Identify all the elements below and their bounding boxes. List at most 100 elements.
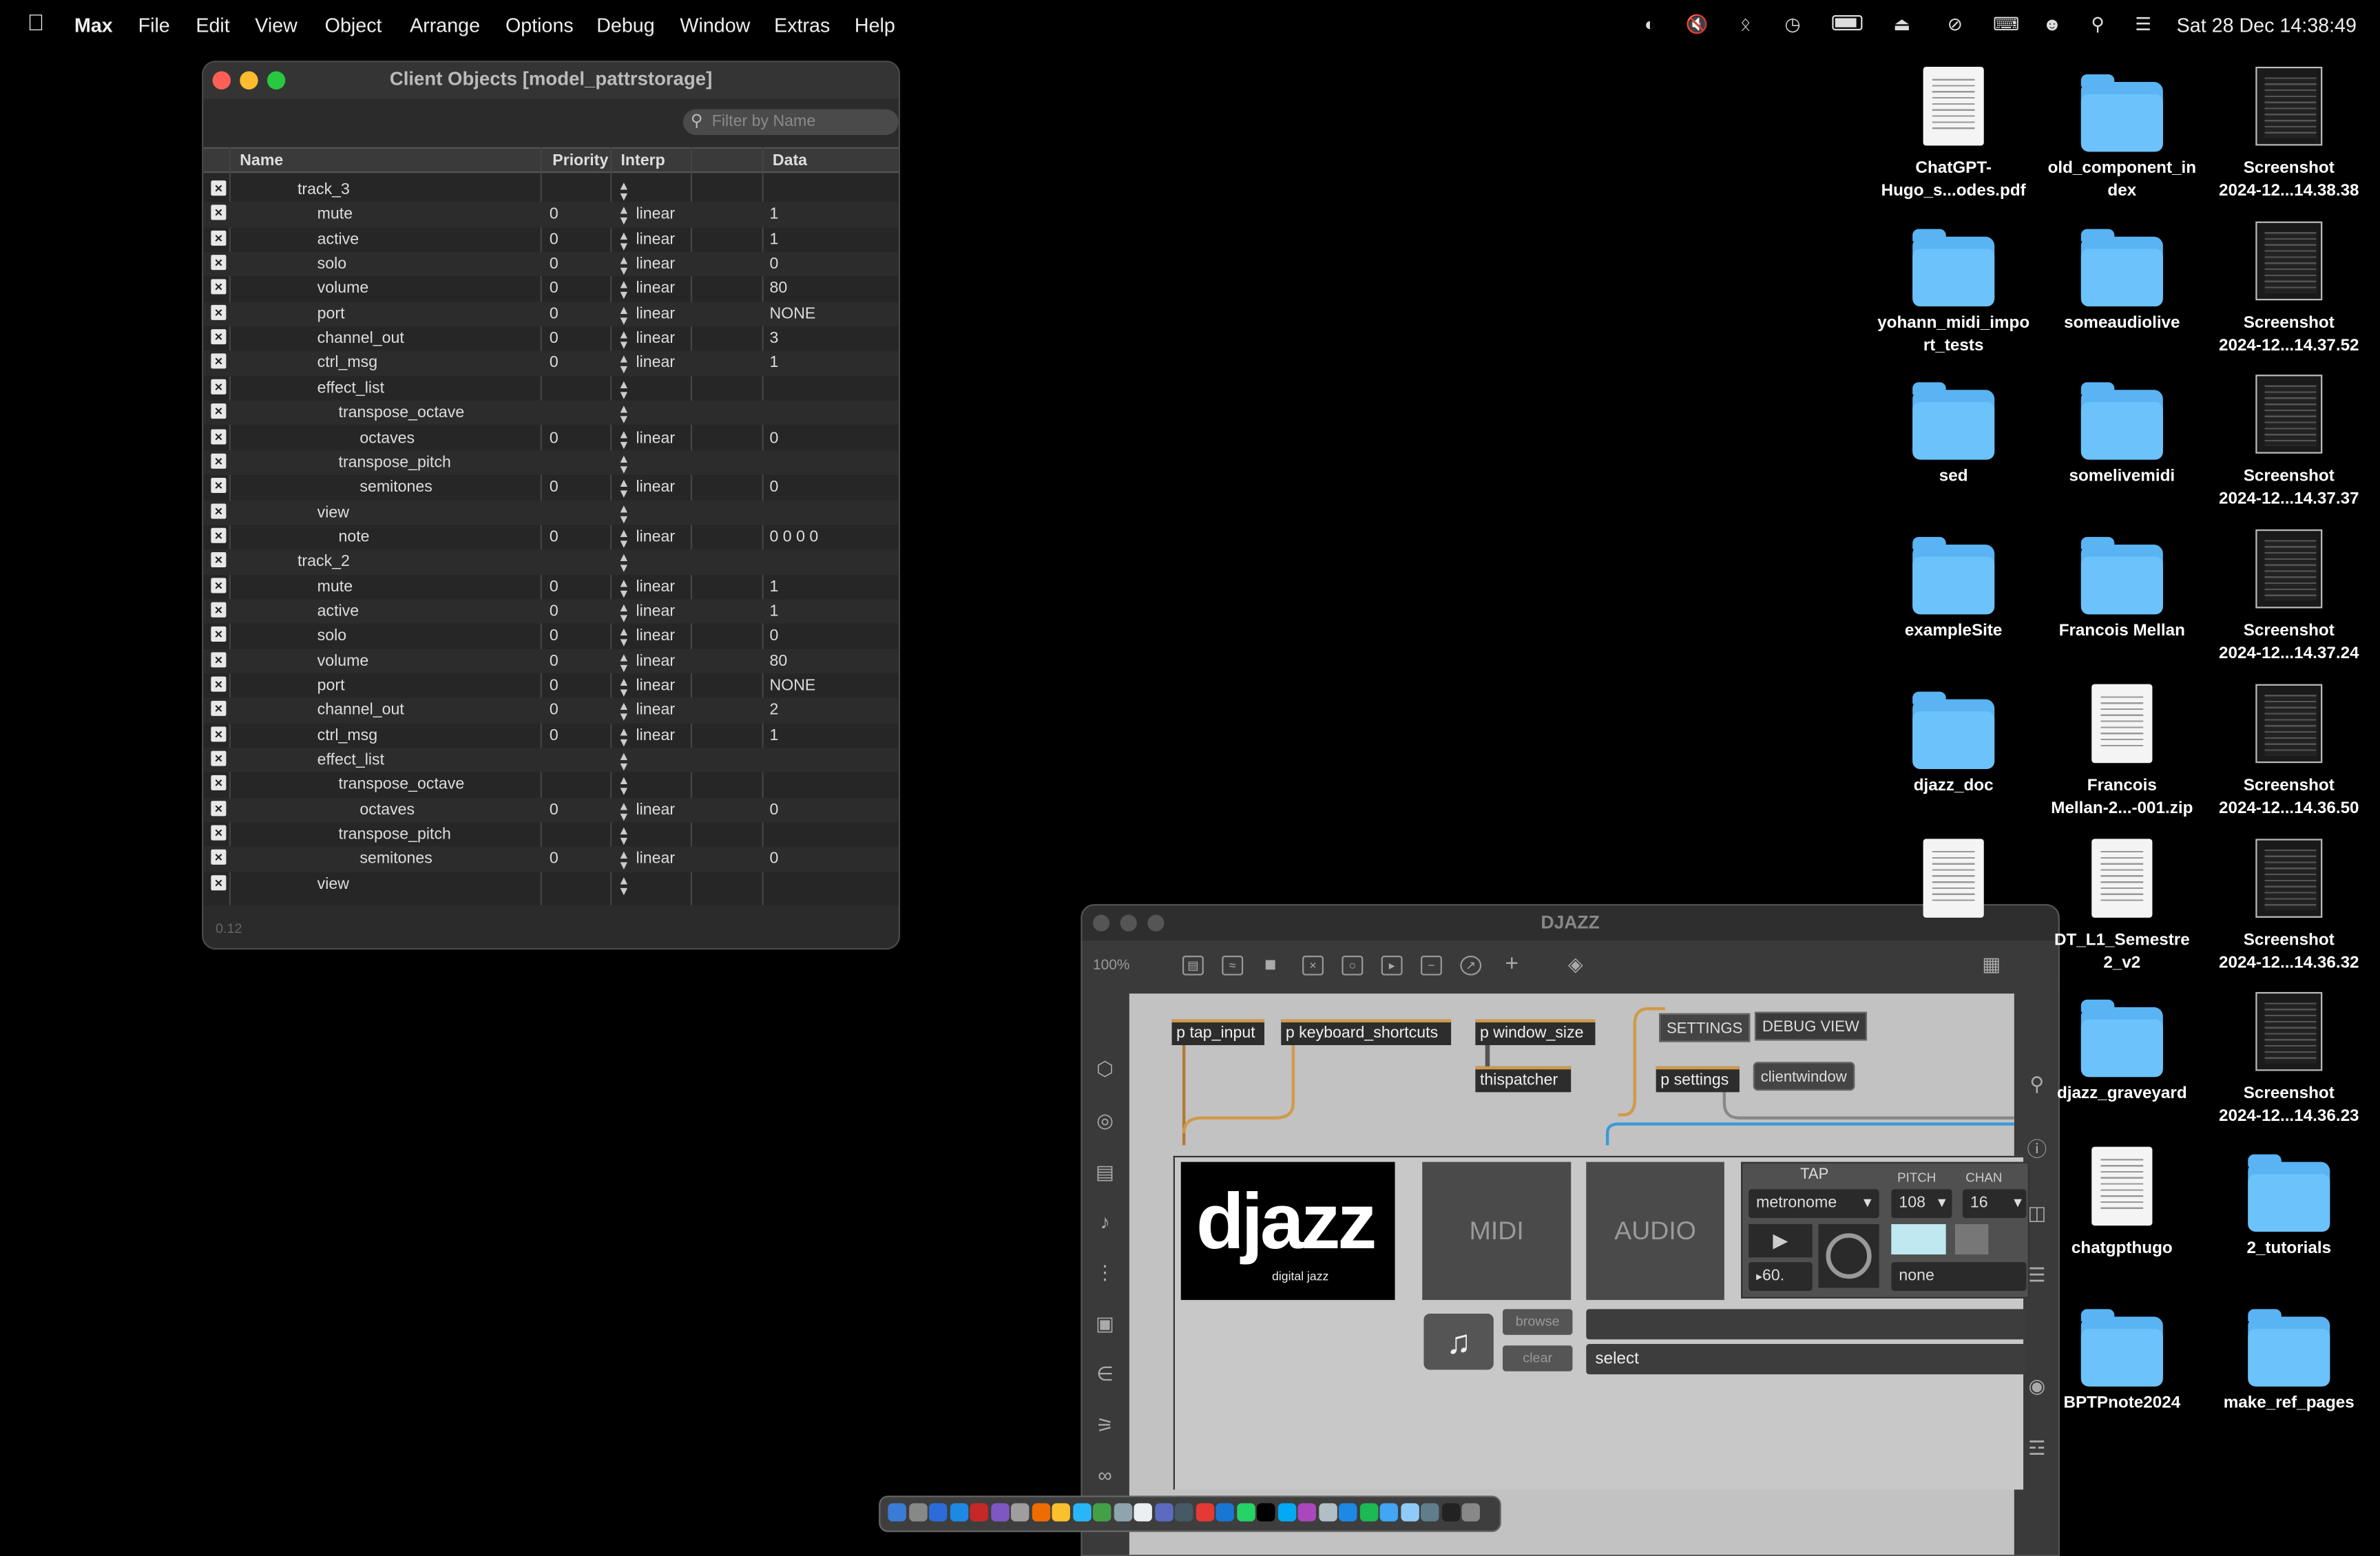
table-row[interactable]: × effect_list ▲ ▼ <box>203 376 898 401</box>
stepper-icon[interactable]: ▲ ▼ <box>618 428 629 450</box>
column-interp-header[interactable]: Interp <box>620 151 665 169</box>
object-icon[interactable]: × <box>1302 956 1324 976</box>
dock-app-icon[interactable] <box>1421 1503 1439 1522</box>
row-priority[interactable]: 0 <box>550 578 559 596</box>
table-row[interactable]: × octaves 0 ▲ ▼ linear 0 <box>203 797 899 823</box>
stepper-icon[interactable]: ▲ ▼ <box>618 328 629 351</box>
dock-app-icon[interactable] <box>1215 1503 1234 1522</box>
apple-menu-icon[interactable]:  <box>28 10 45 36</box>
row-interp[interactable]: linear <box>636 677 676 695</box>
column-data-header[interactable]: Data <box>773 151 807 169</box>
row-interp[interactable]: linear <box>636 726 676 744</box>
pitch-dropdown[interactable]: 108 ▾ <box>1891 1189 1952 1219</box>
window-icon[interactable]: ▤ <box>1093 1160 1117 1184</box>
menu-object[interactable]: Object <box>325 14 382 36</box>
control-center-icon[interactable]: ☰ <box>2131 14 2155 35</box>
row-priority[interactable]: 0 <box>550 255 559 273</box>
table-row[interactable]: × solo 0 ▲ ▼ linear 0 <box>203 624 898 649</box>
menu-extras[interactable]: Extras <box>774 14 830 36</box>
row-data[interactable]: 1 <box>769 726 778 744</box>
enable-checkbox[interactable]: × <box>211 280 227 295</box>
enable-checkbox[interactable]: × <box>211 478 227 494</box>
image-icon[interactable]: ▣ <box>1093 1312 1117 1336</box>
enable-checkbox[interactable]: × <box>211 403 227 419</box>
enable-checkbox[interactable]: × <box>211 205 227 221</box>
row-interp[interactable]: linear <box>636 801 676 819</box>
mute-icon[interactable]: 🔇 <box>1685 14 1709 35</box>
clientwindow-message[interactable]: clientwindow <box>1753 1062 1855 1091</box>
enable-checkbox[interactable]: × <box>211 726 227 742</box>
menu-options[interactable]: Options <box>505 14 574 36</box>
filter-search-input[interactable]: ⚲ Filter by Name <box>682 109 899 136</box>
grid-icon[interactable]: ▦ <box>1981 954 2002 976</box>
row-priority[interactable]: 0 <box>550 602 559 620</box>
table-row[interactable]: × port 0 ▲ ▼ linear NONE <box>203 673 898 699</box>
stepper-icon[interactable]: ▲ ▼ <box>618 576 629 599</box>
cube-icon[interactable]: ⬡ <box>1093 1058 1117 1082</box>
row-data[interactable]: NONE <box>769 677 815 695</box>
enable-checkbox[interactable]: × <box>211 825 227 841</box>
music-file-icon[interactable]: ♫ <box>1423 1313 1494 1370</box>
stepper-icon[interactable]: ▲ ▼ <box>618 502 629 525</box>
link-icon[interactable]: ∞ <box>1093 1464 1117 1488</box>
stepper-icon[interactable]: ▲ ▼ <box>618 800 629 823</box>
mixer-icon[interactable]: ☲ <box>2025 1436 2049 1460</box>
table-row[interactable]: × transpose_pitch ▲ ▼ <box>203 450 899 475</box>
play-button[interactable]: ▶ <box>1749 1223 1813 1258</box>
dock-app-icon[interactable] <box>1072 1503 1091 1522</box>
stepper-icon[interactable]: ▲ ▼ <box>618 626 629 649</box>
settings-subpatcher[interactable]: p settings <box>1656 1066 1740 1093</box>
stepper-icon[interactable]: ▲ ▼ <box>618 477 629 500</box>
enable-checkbox[interactable]: × <box>211 627 227 642</box>
tempo-number-box[interactable]: ▸60. <box>1749 1262 1813 1291</box>
stepper-icon[interactable]: ▲ ▼ <box>618 775 629 798</box>
metronome-dropdown[interactable]: metronome ▾ <box>1749 1189 1879 1219</box>
record-button[interactable] <box>1818 1223 1879 1288</box>
row-priority[interactable]: 0 <box>550 627 559 645</box>
enable-checkbox[interactable]: × <box>211 255 227 271</box>
dock-app-icon[interactable] <box>1318 1503 1337 1522</box>
dock-app-icon[interactable] <box>1359 1503 1378 1522</box>
dock-app-icon[interactable] <box>1256 1503 1275 1522</box>
info-icon[interactable]: ⓘ <box>2025 1137 2049 1161</box>
dock-app-icon[interactable] <box>908 1503 927 1522</box>
dial-icon[interactable]: ↗ <box>1460 956 1482 976</box>
dock-app-icon[interactable] <box>1236 1503 1255 1522</box>
table-row[interactable]: × volume 0 ▲ ▼ linear 80 <box>203 277 898 302</box>
row-interp[interactable]: linear <box>636 329 676 347</box>
row-interp[interactable]: linear <box>636 850 676 868</box>
row-interp[interactable]: linear <box>636 527 676 545</box>
table-row[interactable]: × port 0 ▲ ▼ linear NONE <box>203 301 899 326</box>
enable-checkbox[interactable]: × <box>211 552 227 568</box>
enable-checkbox[interactable]: × <box>211 577 227 593</box>
table-row[interactable]: × mute 0 ▲ ▼ linear 1 <box>203 574 898 599</box>
row-data[interactable]: 2 <box>769 702 778 719</box>
dock-app-icon[interactable] <box>1031 1503 1050 1522</box>
row-interp[interactable]: linear <box>636 702 676 719</box>
browse-button[interactable]: browse <box>1503 1309 1573 1335</box>
row-data[interactable]: 0 0 0 0 <box>769 527 818 545</box>
comment-icon[interactable]: ■ <box>1260 954 1281 976</box>
output-dropdown[interactable]: none <box>1891 1262 2027 1291</box>
row-data[interactable]: 3 <box>769 329 778 347</box>
enable-checkbox[interactable]: × <box>211 850 227 865</box>
enable-checkbox[interactable]: × <box>211 503 227 518</box>
dock-app-icon[interactable] <box>1379 1503 1398 1522</box>
row-priority[interactable]: 0 <box>550 280 559 297</box>
client-objects-table[interactable]: Name Priority Interp Data × track_3 ▲ ▼ × mut… <box>203 147 899 906</box>
table-row[interactable]: × channel_out 0 ▲ ▼ linear 2 <box>203 698 899 724</box>
table-row[interactable]: × transpose_octave ▲ ▼ <box>203 772 898 798</box>
enable-checkbox[interactable]: × <box>211 750 227 766</box>
stepper-icon[interactable]: ▲ ▼ <box>618 676 629 699</box>
thispatcher-object[interactable]: thispatcher <box>1475 1066 1572 1093</box>
table-row[interactable]: × mute 0 ▲ ▼ linear 1 <box>203 202 899 227</box>
dock-app-icon[interactable] <box>1174 1503 1193 1522</box>
dock-app-icon[interactable] <box>1441 1503 1460 1522</box>
dock-app-icon[interactable] <box>1400 1503 1419 1522</box>
enable-checkbox[interactable]: × <box>211 354 227 370</box>
row-priority[interactable]: 0 <box>550 726 559 744</box>
row-interp[interactable]: linear <box>636 354 676 372</box>
sequence-icon[interactable]: ⋮ <box>1093 1261 1117 1285</box>
wifi-off-icon[interactable]: ⊘ <box>1943 14 1967 35</box>
row-priority[interactable]: 0 <box>550 527 559 545</box>
